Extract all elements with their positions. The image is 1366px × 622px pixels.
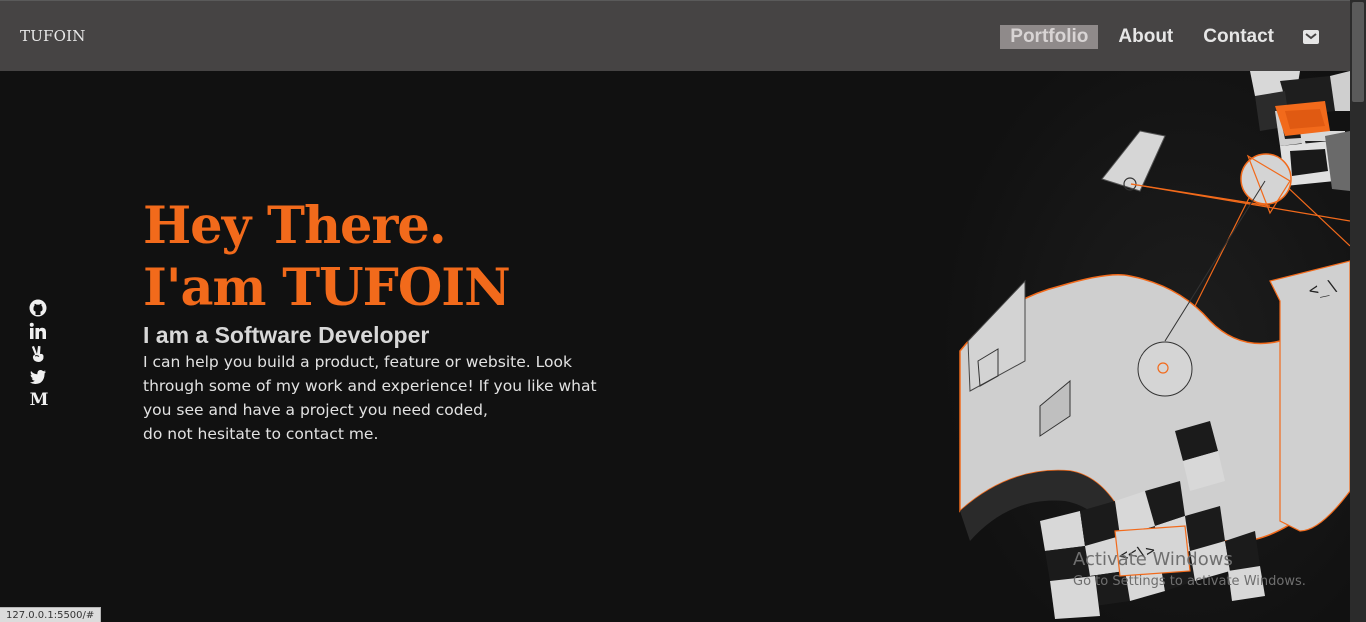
nav-portfolio-link[interactable]: Portfolio <box>1000 25 1099 49</box>
hero-section: Hey There. I'am TUFOIN I am a Software D… <box>143 195 663 446</box>
main-nav: Portfolio About Contact <box>1000 25 1320 49</box>
github-icon[interactable] <box>29 299 47 317</box>
envelope-icon[interactable] <box>1302 28 1320 46</box>
nav-contact-link[interactable]: Contact <box>1193 25 1284 49</box>
medium-icon[interactable]: M <box>29 391 49 411</box>
social-links: M <box>29 299 49 411</box>
hero-description-line: through some of my work and experience! … <box>143 377 597 395</box>
scrollbar-thumb[interactable] <box>1352 2 1364 102</box>
twitter-icon[interactable] <box>29 368 47 386</box>
top-navbar: TUFOIN Portfolio About Contact <box>0 0 1366 71</box>
hero-description-line: you see and have a project you need code… <box>143 401 488 419</box>
hero-greeting: Hey There. <box>143 196 447 256</box>
nav-about-link[interactable]: About <box>1108 25 1183 49</box>
page-scrollbar[interactable] <box>1350 0 1366 622</box>
hero-description-line: do not hesitate to contact me. <box>143 425 379 443</box>
hero-description-line: I can help you build a product, feature … <box>143 353 572 371</box>
watermark-subtitle: Go to Settings to activate Windows. <box>1073 574 1306 589</box>
brand-logo[interactable]: TUFOIN <box>20 27 86 45</box>
hero-illustration: <_\ <<\> <box>940 71 1350 622</box>
hero-description: I can help you build a product, feature … <box>143 350 623 446</box>
activate-windows-watermark: Activate Windows Go to Settings to activ… <box>1073 549 1306 592</box>
status-url: 127.0.0.1:5500/# <box>0 607 102 622</box>
hero-heading: Hey There. I'am TUFOIN <box>143 195 663 319</box>
hero-role: I am a Software Developer <box>143 322 430 348</box>
watermark-title: Activate Windows <box>1073 549 1233 570</box>
linkedin-icon[interactable] <box>29 322 47 340</box>
peace-hand-icon[interactable] <box>29 345 47 363</box>
hero-name-line: I'am TUFOIN <box>143 258 511 318</box>
